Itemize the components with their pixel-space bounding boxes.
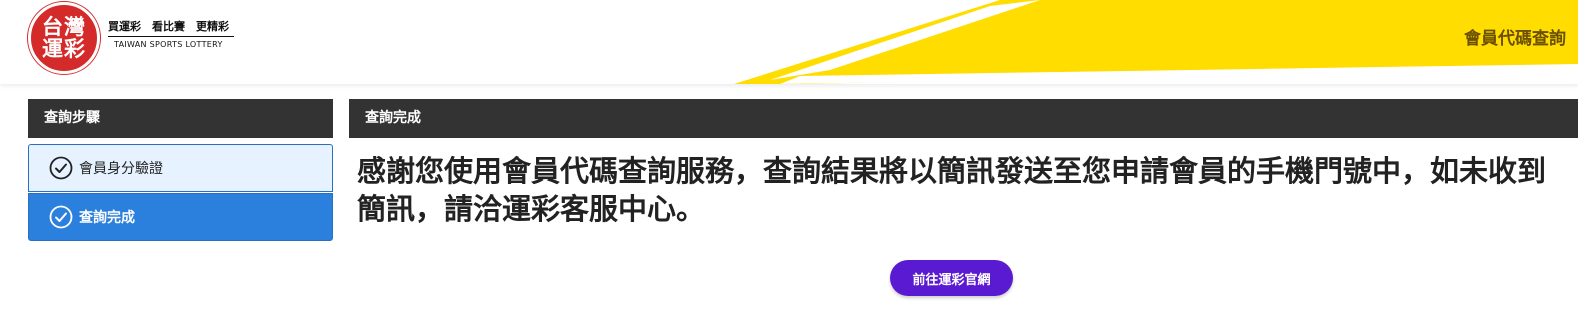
logo-english-name: TAIWAN SPORTS LOTTERY: [114, 40, 223, 49]
logo-line2: 運彩: [42, 37, 86, 61]
site-header: 台灣 運彩 買運彩 看比賽 更精彩 TAIWAN SPORTS LOTTERY …: [0, 0, 1578, 84]
site-logo[interactable]: 台灣 運彩 買運彩 看比賽 更精彩 TAIWAN SPORTS LOTTERY: [28, 2, 268, 76]
result-panel-header: 查詢完成: [349, 99, 1578, 138]
step-member-verification: 會員身分驗證: [28, 144, 333, 192]
steps-panel-header: 查詢步驟: [28, 99, 333, 138]
logo-badge: 台灣 運彩: [28, 2, 100, 74]
result-message: 感謝您使用會員代碼查詢服務，查詢結果將以簡訊發送至您申請會員的手機門號中，如未收…: [357, 154, 1547, 226]
check-circle-icon: [49, 205, 73, 229]
step-query-complete: 查詢完成: [28, 193, 333, 241]
logo-divider: [108, 36, 234, 37]
logo-line1: 台灣: [42, 15, 86, 39]
step-label: 查詢完成: [79, 210, 135, 226]
check-circle-icon: [49, 156, 73, 180]
page-title: 會員代碼查詢: [1464, 29, 1566, 49]
go-official-site-button[interactable]: 前往運彩官網: [890, 260, 1013, 296]
step-label: 會員身分驗證: [79, 161, 163, 177]
logo-slogan: 買運彩 看比賽 更精彩: [108, 20, 229, 33]
